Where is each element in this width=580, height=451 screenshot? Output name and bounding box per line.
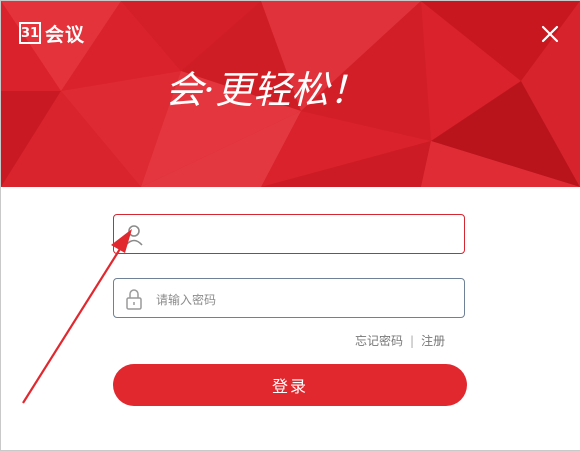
logo-text: 会议 bbox=[45, 23, 86, 46]
login-window: 31 会议 会·更轻松！ 请输入密码 忘记密码 | 注册 登录 bbox=[0, 0, 580, 451]
close-icon[interactable] bbox=[539, 23, 561, 45]
header-banner: 31 会议 会·更轻松！ bbox=[1, 1, 580, 187]
link-separator: | bbox=[410, 334, 415, 348]
user-icon bbox=[125, 225, 143, 246]
slogan-text: 会·更轻松！ bbox=[165, 68, 367, 112]
logo-mark: 31 bbox=[19, 22, 41, 44]
app-logo: 31 会议 bbox=[19, 21, 86, 46]
login-button[interactable]: 登录 bbox=[113, 364, 467, 406]
lock-icon bbox=[126, 289, 142, 310]
forgot-password-link[interactable]: 忘记密码 bbox=[355, 334, 403, 348]
password-field[interactable]: 请输入密码 bbox=[113, 278, 465, 318]
password-placeholder: 请输入密码 bbox=[156, 293, 217, 307]
register-link[interactable]: 注册 bbox=[421, 334, 445, 348]
username-field[interactable] bbox=[113, 214, 465, 254]
auxiliary-links: 忘记密码 | 注册 bbox=[355, 332, 445, 349]
slogan-artwork: 会·更轻松！ bbox=[165, 68, 367, 112]
